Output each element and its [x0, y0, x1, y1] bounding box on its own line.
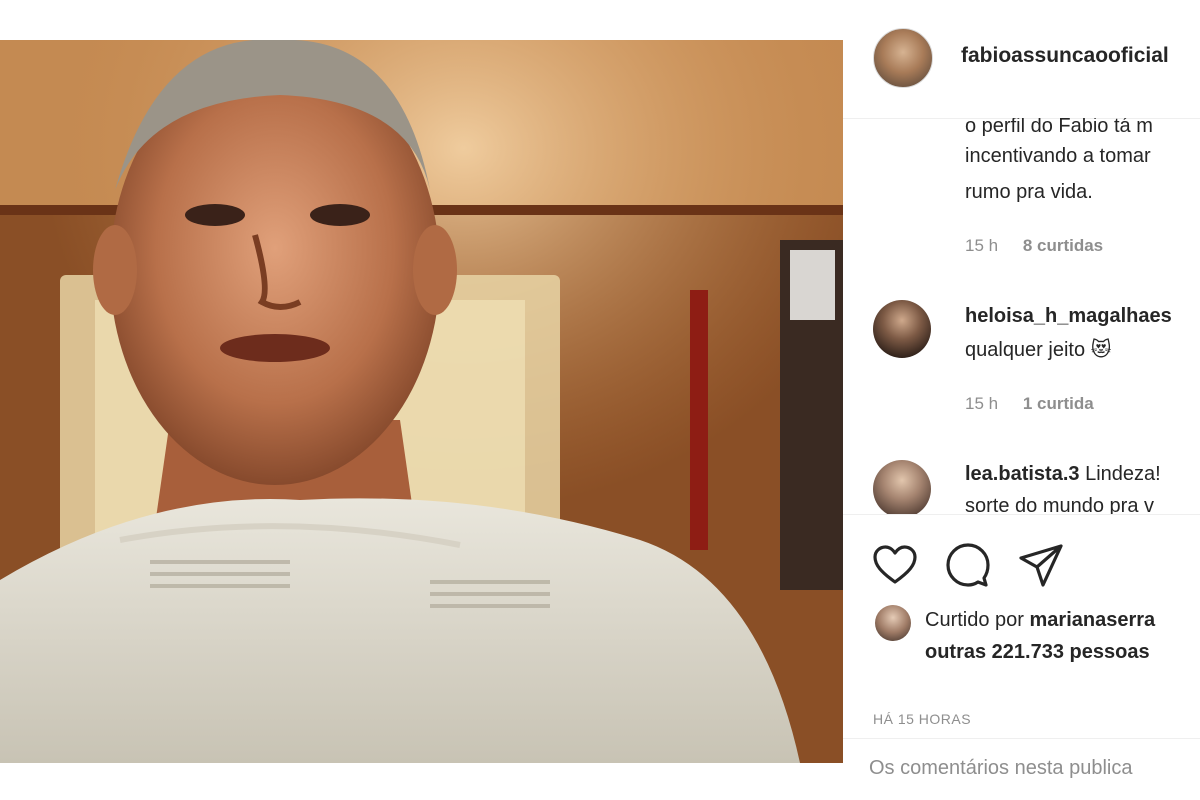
- comments-list: o perfil do Fabio tá m incentivando a to…: [843, 118, 1200, 514]
- comment-2-line-2: qualquer jeito 😻: [965, 339, 1112, 361]
- comment-2-username[interactable]: heloisa_h_magalhaes: [965, 305, 1172, 327]
- author-username[interactable]: fabioassuncaooficial: [961, 44, 1169, 68]
- comment-1-line-3: rumo pra vida.: [965, 181, 1093, 203]
- comment-3-line-1: lea.batista.3 Lindeza!: [965, 458, 1161, 490]
- comment-1-line-2: incentivando a tomar: [965, 145, 1151, 167]
- comment-1-time: 15 h: [965, 236, 999, 255]
- heart-icon[interactable]: [871, 541, 919, 589]
- post-media-pane: [0, 0, 843, 800]
- comment-input-area[interactable]: Os comentários nesta publica: [843, 738, 1200, 800]
- comment-2-avatar[interactable]: [873, 300, 931, 358]
- post-photo[interactable]: [0, 40, 843, 763]
- liked-by-line-1: Curtido por marianaserra: [925, 609, 1155, 632]
- liked-by-prefix: Curtido por: [925, 609, 1024, 631]
- comment-2-time: 15 h: [965, 394, 999, 413]
- comment-3-line-2: sorte do mundo pra v: [965, 495, 1154, 514]
- post-timestamp[interactable]: HÁ 15 HORAS: [873, 711, 971, 727]
- comment-1-line-1: o perfil do Fabio tá m: [965, 118, 1153, 137]
- comment-2-likes[interactable]: 1 curtida: [1023, 394, 1094, 413]
- comment-input-placeholder[interactable]: Os comentários nesta publica: [869, 757, 1132, 780]
- comment-1-likes[interactable]: 8 curtidas: [1023, 236, 1103, 255]
- paper-plane-icon[interactable]: [1017, 541, 1065, 589]
- post-actions: Curtido por marianaserra outras 221.733 …: [843, 514, 1200, 739]
- comment-3-username[interactable]: lea.batista.3: [965, 463, 1080, 485]
- comment-2-line-1: heloisa_h_magalhaes: [965, 300, 1172, 332]
- comment-bubble-icon[interactable]: [944, 541, 992, 589]
- post-photo-illustration: [0, 40, 843, 763]
- post-header: fabioassuncaooficial: [843, 0, 1200, 119]
- comment-2-meta: 15 h 1 curtida: [965, 394, 1114, 414]
- comment-3-avatar[interactable]: [873, 460, 931, 514]
- liked-by-username[interactable]: marianaserra: [1030, 609, 1156, 631]
- post-side-panel: fabioassuncaooficial o perfil do Fabio t…: [843, 0, 1200, 800]
- liked-by-others[interactable]: outras 221.733 pessoas: [925, 641, 1150, 664]
- comment-1-meta: 15 h 8 curtidas: [965, 236, 1123, 256]
- comment-3-text: Lindeza!: [1085, 463, 1161, 485]
- author-avatar[interactable]: [873, 28, 933, 88]
- liked-by-avatar[interactable]: [875, 605, 911, 641]
